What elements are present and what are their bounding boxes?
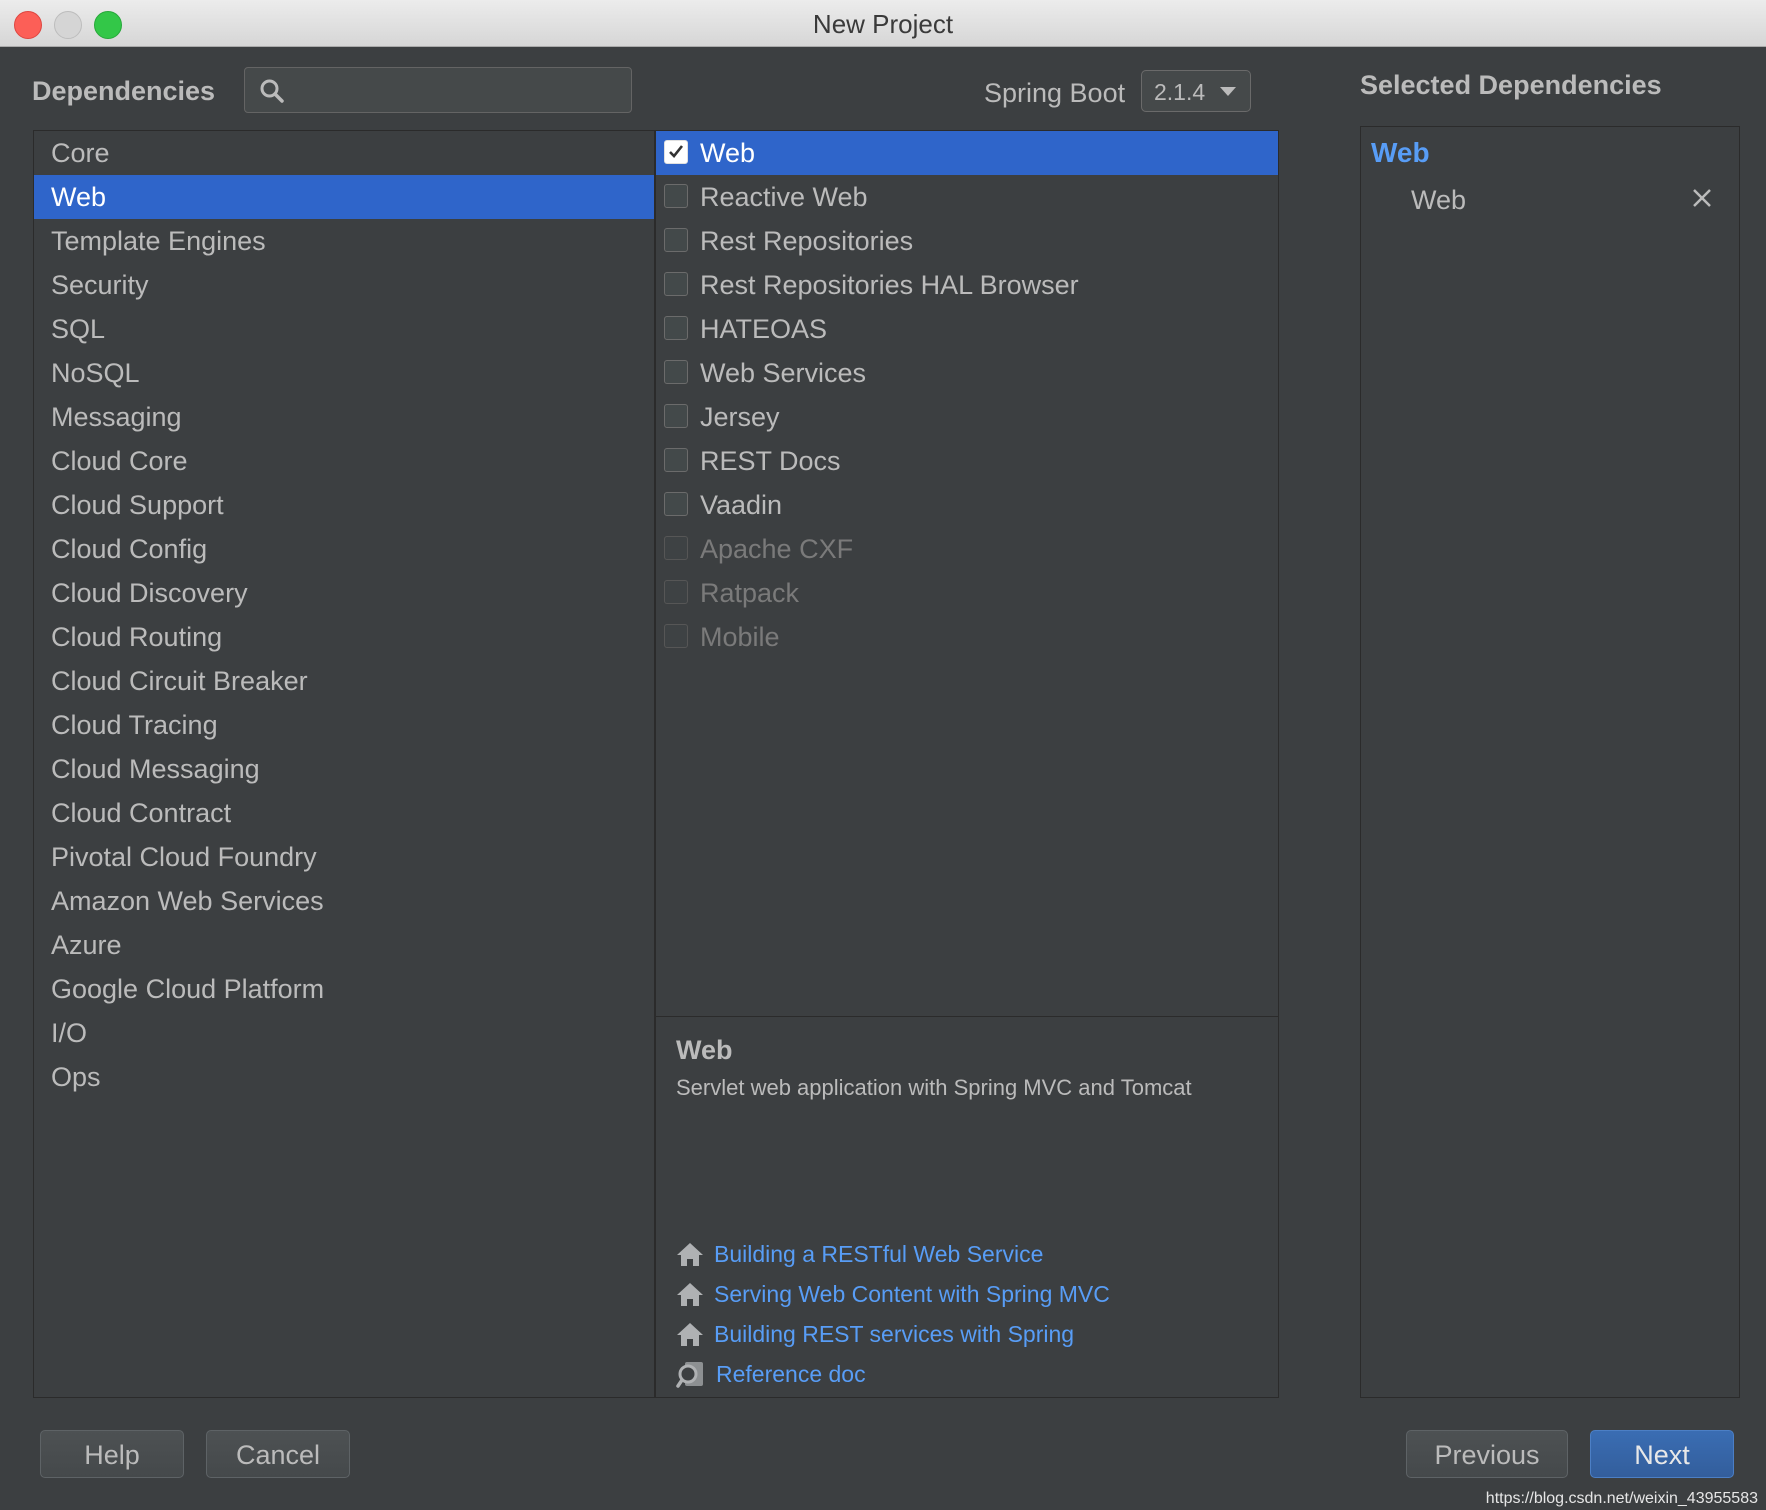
dependency-checkbox[interactable] [664, 316, 688, 340]
help-button[interactable]: Help [40, 1430, 184, 1478]
dependency-checkbox[interactable] [664, 404, 688, 428]
dependency-checkbox [664, 536, 688, 560]
cancel-button[interactable]: Cancel [206, 1430, 350, 1478]
category-item-cloud-circuit-breaker[interactable]: Cloud Circuit Breaker [34, 659, 654, 703]
spring-boot-label: Spring Boot [984, 78, 1126, 108]
dependency-item-hateoas[interactable]: HATEOAS [656, 307, 1278, 351]
category-item-cloud-tracing[interactable]: Cloud Tracing [34, 703, 654, 747]
dependency-label: HATEOAS [700, 314, 828, 344]
guide-link[interactable]: Building REST services with Spring [714, 1321, 1074, 1348]
dependency-item-web-services[interactable]: Web Services [656, 351, 1278, 395]
selected-dependencies-label: Selected Dependencies [1360, 70, 1662, 100]
dependency-checkbox[interactable] [664, 448, 688, 472]
dependency-checkbox[interactable] [664, 492, 688, 516]
category-item-template-engines[interactable]: Template Engines [34, 219, 654, 263]
category-item-cloud-messaging[interactable]: Cloud Messaging [34, 747, 654, 791]
dependency-checkbox [664, 580, 688, 604]
dependency-label: Rest Repositories HAL Browser [700, 270, 1079, 300]
category-item-messaging[interactable]: Messaging [34, 395, 654, 439]
dependency-checkbox[interactable] [664, 228, 688, 252]
checkmark-icon [669, 145, 684, 158]
home-icon [677, 1323, 703, 1346]
category-item-core[interactable]: Core [34, 131, 654, 175]
description-panel: Web Servlet web application with Spring … [655, 1016, 1279, 1398]
category-item-amazon-web-services[interactable]: Amazon Web Services [34, 879, 654, 923]
watermark-text: https://blog.csdn.net/weixin_43955583 [1485, 1490, 1758, 1507]
dependency-checkbox [664, 624, 688, 648]
guide-link[interactable]: Serving Web Content with Spring MVC [714, 1281, 1110, 1308]
dependency-label: Apache CXF [700, 534, 854, 564]
dependency-label: Reactive Web [700, 182, 868, 212]
category-list[interactable]: Core Web Template Engines Security SQL NoSQL M… [33, 130, 655, 1398]
category-item-web[interactable]: Web [34, 175, 654, 219]
dependency-item-rest-docs[interactable]: REST Docs [656, 439, 1278, 483]
dependency-label: Ratpack [700, 578, 800, 608]
selected-dependency-item: Web [1411, 185, 1467, 215]
guide-link-row[interactable]: Serving Web Content with Spring MVC [676, 1277, 1110, 1311]
description-text: Servlet web application with Spring MVC … [676, 1075, 1192, 1100]
category-item-google-cloud-platform[interactable]: Google Cloud Platform [34, 967, 654, 1011]
selected-group-title: Web [1371, 137, 1430, 168]
category-item-pivotal-cloud-foundry[interactable]: Pivotal Cloud Foundry [34, 835, 654, 879]
search-input[interactable] [295, 74, 619, 108]
search-field[interactable] [244, 67, 632, 113]
category-item-nosql[interactable]: NoSQL [34, 351, 654, 395]
guide-link-row[interactable]: Building a RESTful Web Service [676, 1237, 1043, 1271]
chevron-down-icon [1220, 87, 1236, 96]
previous-button[interactable]: Previous [1406, 1430, 1568, 1478]
category-item-security[interactable]: Security [34, 263, 654, 307]
category-item-sql[interactable]: SQL [34, 307, 654, 351]
next-button[interactable]: Next [1590, 1430, 1734, 1478]
category-item-cloud-discovery[interactable]: Cloud Discovery [34, 571, 654, 615]
spring-boot-version-value: 2.1.4 [1154, 79, 1206, 105]
dependency-item-mobile: Mobile [656, 615, 1278, 659]
category-item-cloud-contract[interactable]: Cloud Contract [34, 791, 654, 835]
dependency-checkbox[interactable] [664, 184, 688, 208]
reference-doc-link[interactable]: Reference doc [716, 1361, 866, 1388]
search-icon [260, 79, 284, 103]
dependency-item-vaadin[interactable]: Vaadin [656, 483, 1278, 527]
reference-link-row[interactable]: Reference doc [676, 1357, 866, 1391]
guide-link-row[interactable]: Building REST services with Spring [676, 1317, 1074, 1351]
dependency-item-rest-repositories-hal-browser[interactable]: Rest Repositories HAL Browser [656, 263, 1278, 307]
dependency-label: Vaadin [700, 490, 783, 520]
category-item-azure[interactable]: Azure [34, 923, 654, 967]
category-item-ops[interactable]: Ops [34, 1055, 654, 1099]
spring-boot-version-select[interactable]: 2.1.4 [1141, 70, 1251, 112]
dependency-list[interactable]: Web Reactive Web Rest Repositories Rest Rep… [655, 130, 1279, 1018]
selected-dependencies-panel: Web Web [1360, 126, 1740, 1398]
home-icon [677, 1243, 703, 1266]
dependencies-label: Dependencies [32, 76, 216, 106]
dependency-label: Web Services [700, 358, 867, 388]
dependency-item-rest-repositories[interactable]: Rest Repositories [656, 219, 1278, 263]
dependency-label: Jersey [700, 402, 780, 432]
dependency-item-reactive-web[interactable]: Reactive Web [656, 175, 1278, 219]
dependency-checkbox[interactable] [664, 360, 688, 384]
window-title: New Project [812, 9, 954, 39]
dependency-item-jersey[interactable]: Jersey [656, 395, 1278, 439]
category-item-cloud-support[interactable]: Cloud Support [34, 483, 654, 527]
dependency-label: Rest Repositories [700, 226, 914, 256]
category-item-cloud-core[interactable]: Cloud Core [34, 439, 654, 483]
description-title: Web [676, 1035, 733, 1065]
category-item-cloud-routing[interactable]: Cloud Routing [34, 615, 654, 659]
category-item-i-o[interactable]: I/O [34, 1011, 654, 1055]
dependency-checkbox[interactable] [664, 272, 688, 296]
dependency-label: REST Docs [700, 446, 841, 476]
dependency-item-apache-cxf: Apache CXF [656, 527, 1278, 571]
home-icon [677, 1283, 703, 1306]
dependency-label: Web [700, 138, 756, 168]
dependency-item-web[interactable]: Web [656, 131, 1278, 175]
remove-icon[interactable] [1691, 187, 1713, 209]
title-bar: New Project [0, 0, 1766, 47]
dependency-label: Mobile [700, 622, 780, 652]
dependency-item-ratpack: Ratpack [656, 571, 1278, 615]
dependency-checkbox[interactable] [664, 140, 688, 164]
category-item-cloud-config[interactable]: Cloud Config [34, 527, 654, 571]
reference-doc-icon [676, 1362, 703, 1388]
guide-link[interactable]: Building a RESTful Web Service [714, 1241, 1043, 1268]
